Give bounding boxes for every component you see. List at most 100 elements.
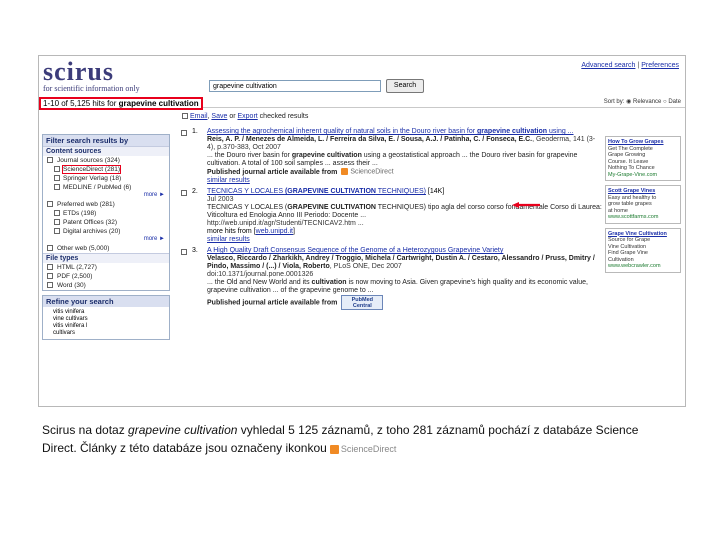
- sort-options[interactable]: Sort by: ◉ Relevance ○ Date: [604, 98, 681, 105]
- result-item: 1. Assessing the agrochemical inherent q…: [179, 128, 603, 185]
- filter-box: Filter search results by Content sources…: [42, 134, 170, 291]
- sciencedirect-logo[interactable]: ScienceDirect: [341, 168, 394, 176]
- refine-item[interactable]: vitis vinifera: [53, 309, 166, 316]
- pubmed-central-logo[interactable]: PubMed Central: [341, 295, 384, 311]
- export-link[interactable]: Export: [238, 113, 258, 120]
- ad-url[interactable]: My-Grape-Vine.com: [608, 172, 678, 179]
- sponsored-ad[interactable]: Grape Vine Cultivation Source for Grape …: [605, 227, 681, 273]
- filter-springer[interactable]: Springer Verlag (18): [43, 174, 169, 183]
- slide-caption: Scirus na dotaz grapevine cultivation vy…: [42, 421, 682, 458]
- filter-etds[interactable]: ETDs (198): [43, 209, 169, 218]
- sciencedirect-tree-icon: [341, 168, 349, 175]
- checkbox[interactable]: [54, 166, 60, 172]
- caption-query: grapevine cultivation: [128, 423, 238, 437]
- hits-count-highlight: 1-10 of 5,125 hits for grapevine cultiva…: [39, 97, 203, 110]
- checkbox[interactable]: [47, 245, 53, 251]
- checkbox[interactable]: [54, 175, 60, 181]
- result-size: [14K]: [425, 188, 445, 196]
- search-button[interactable]: Search: [386, 79, 424, 93]
- sciencedirect-tree-icon: [329, 444, 339, 454]
- result-byline: Reis, A. P. / Menezes de Almeida, L. / F…: [207, 136, 603, 152]
- more-link[interactable]: more ►: [43, 192, 169, 200]
- result-snippet: ... the Douro river basin for grapevine …: [207, 152, 578, 167]
- similar-results-link[interactable]: similar results: [207, 177, 603, 185]
- refine-list: vitis vinifera vine cultivars vitis vini…: [43, 307, 169, 339]
- checkbox[interactable]: [47, 201, 53, 207]
- filter-html[interactable]: HTML (2,727): [43, 263, 169, 272]
- filter-digital-archives[interactable]: Digital archives (20): [43, 227, 169, 236]
- result-item: 2. TECNICAS Y LOCALES (GRAPEVINE CULTIVA…: [179, 188, 603, 244]
- content-sources-title: Content sources: [43, 146, 169, 156]
- advanced-search-link[interactable]: Advanced search: [581, 62, 635, 69]
- result-title[interactable]: A High Quality Draft Consensus Sequence …: [207, 247, 603, 255]
- result-source-line: Published journal article available from…: [207, 168, 394, 177]
- filter-pdf[interactable]: PDF (2,500): [43, 272, 169, 281]
- checkbox[interactable]: [54, 184, 60, 190]
- result-checkbox[interactable]: [181, 249, 187, 256]
- result-title[interactable]: Assessing the agrochemical inherent qual…: [207, 128, 603, 136]
- scirus-screenshot: scirus for scientific information only A…: [38, 55, 686, 407]
- checkbox[interactable]: [47, 264, 53, 270]
- result-meta: , PLoS ONE, Dec 2007: [329, 263, 402, 271]
- email-link[interactable]: Email: [190, 113, 208, 120]
- sponsored-ad[interactable]: Scott Grape Vines Easy and healthy to gr…: [605, 185, 681, 224]
- logo-text: scirus: [43, 57, 114, 86]
- similar-results-link[interactable]: similar results: [207, 236, 603, 244]
- filter-medline[interactable]: MEDLINE / PubMed (6): [43, 183, 169, 192]
- hits-bar: 1-10 of 5,125 hits for grapevine cultiva…: [39, 96, 685, 110]
- file-types-title: File types: [43, 253, 169, 263]
- checkbox[interactable]: [47, 157, 53, 163]
- result-number: 2.: [192, 188, 198, 196]
- refine-item[interactable]: vitis vinifera l: [53, 323, 166, 330]
- results-list: 1. Assessing the agrochemical inherent q…: [179, 128, 603, 313]
- caption-sciencedirect-logo: ScienceDirect: [329, 440, 396, 458]
- sponsored-ad[interactable]: How To Grow Grapes Get The Complete Grap…: [605, 136, 681, 181]
- result-checkbox[interactable]: [181, 190, 187, 197]
- checkbox[interactable]: [47, 282, 53, 288]
- more-hits-line: more hits from [web.unipd.it]: [207, 228, 295, 236]
- filter-other-web[interactable]: Other web (5,000): [43, 244, 169, 253]
- result-url: http://web.unipd.it/agr/Studenti/TECNICA…: [207, 220, 364, 228]
- refine-item[interactable]: cultivars: [53, 330, 166, 337]
- scirus-logo[interactable]: scirus for scientific information only: [43, 57, 155, 94]
- checkbox[interactable]: [54, 228, 60, 234]
- search-input[interactable]: grapevine cultivation: [209, 80, 381, 92]
- result-number: 3.: [192, 247, 198, 255]
- result-meta: Jul 2003: [207, 196, 234, 204]
- more-link[interactable]: more ►: [43, 236, 169, 244]
- filter-sciencedirect[interactable]: ScienceDirect (281): [43, 165, 169, 174]
- logo-tagline: for scientific information only: [43, 84, 140, 93]
- filter-sidebar: Filter search results by Content sources…: [42, 134, 170, 404]
- checkbox[interactable]: [54, 210, 60, 216]
- result-authors: Reis, A. P. / Menezes de Almeida, L. / F…: [207, 136, 533, 143]
- ad-url[interactable]: www.webcrawler.com: [608, 263, 678, 270]
- result-checkbox[interactable]: [181, 130, 187, 136]
- red-arrow-icon: [512, 202, 540, 208]
- results-toolbar: Email, Save or Export checked results: [182, 113, 308, 120]
- result-item: 3. A High Quality Draft Consensus Sequen…: [179, 247, 603, 311]
- more-hits-link[interactable]: web.unipd.it: [256, 228, 293, 235]
- save-link[interactable]: Save: [211, 113, 227, 120]
- result-source-line: Published journal article available from…: [207, 295, 603, 311]
- select-all-checkbox[interactable]: [182, 113, 188, 120]
- result-byline: Velasco, Riccardo / Zharkikh, Andrey / T…: [207, 255, 603, 271]
- hits-query: grapevine cultivation: [118, 99, 199, 108]
- hits-count: 5,125: [70, 99, 91, 108]
- ad-url[interactable]: www.scottfarms.com: [608, 214, 678, 221]
- checkbox[interactable]: [47, 273, 53, 279]
- preferences-link[interactable]: Preferences: [641, 62, 679, 69]
- result-title-line: TECNICAS Y LOCALES (GRAPEVINE CULTIVATIO…: [207, 188, 603, 196]
- refine-item[interactable]: vine cultivars: [53, 316, 166, 323]
- filter-preferred-web[interactable]: Preferred web (281): [43, 200, 169, 209]
- checkbox[interactable]: [54, 219, 60, 225]
- refine-box: Refine your search vitis vinifera vine c…: [42, 295, 170, 340]
- sponsored-links: How To Grow Grapes Get The Complete Grap…: [605, 136, 681, 277]
- result-title[interactable]: TECNICAS Y LOCALES (GRAPEVINE CULTIVATIO…: [207, 188, 426, 195]
- refine-title: Refine your search: [43, 296, 169, 307]
- filter-journal-sources[interactable]: Journal sources (324): [43, 156, 169, 165]
- result-number: 1.: [192, 128, 198, 135]
- filter-word[interactable]: Word (30): [43, 281, 169, 290]
- filter-title: Filter search results by: [43, 135, 169, 146]
- filter-patent-offices[interactable]: Patent Offices (32): [43, 218, 169, 227]
- result-snippet: TECNICAS Y LOCALES (GRAPEVINE CULTIVATIO…: [207, 204, 602, 220]
